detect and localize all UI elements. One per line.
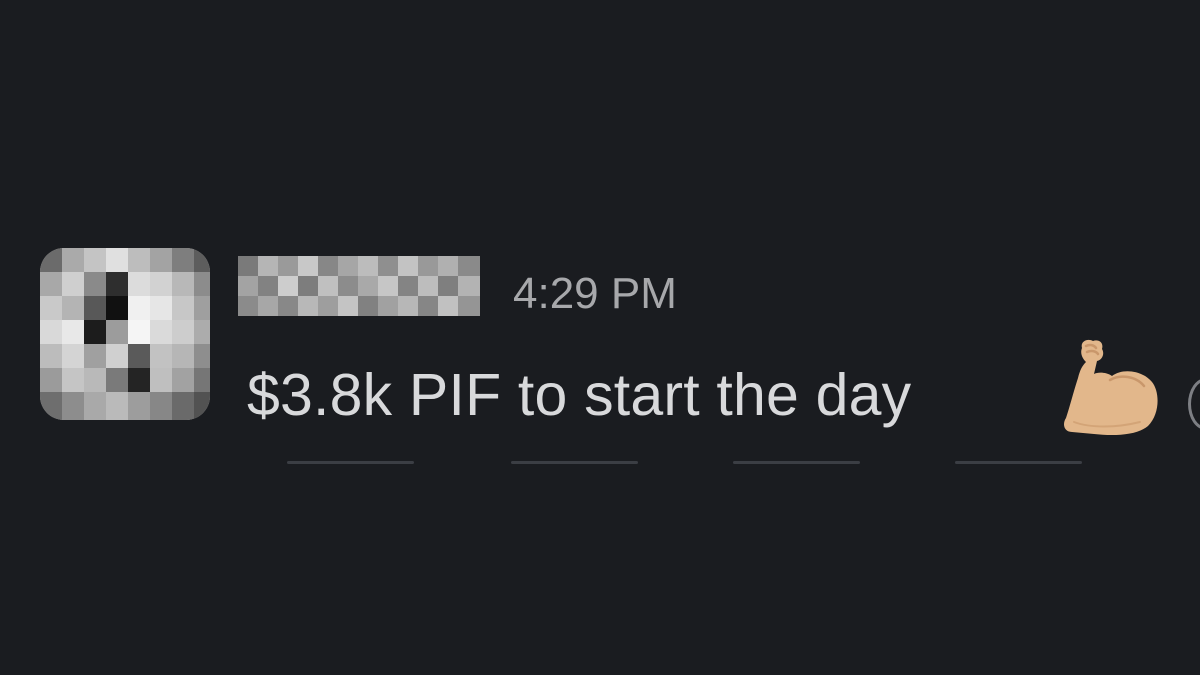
divider-dash — [733, 461, 860, 464]
divider-dash — [511, 461, 638, 464]
reaction-edge-icon[interactable] — [1188, 378, 1200, 430]
message-timestamp[interactable]: 4:29 PM — [513, 268, 677, 320]
divider-dash — [955, 461, 1082, 464]
sender-name[interactable] — [238, 256, 480, 316]
message-text: $3.8k PIF to start the day — [247, 362, 912, 428]
chat-message: 4:29 PM $3.8k PIF to start the day — [0, 0, 1200, 675]
flexed-biceps-emoji-icon — [1064, 339, 1158, 436]
avatar[interactable] — [40, 248, 210, 420]
divider-dash — [287, 461, 414, 464]
sender-name-pixelated — [238, 256, 480, 316]
avatar-pixelated-image — [40, 248, 210, 420]
